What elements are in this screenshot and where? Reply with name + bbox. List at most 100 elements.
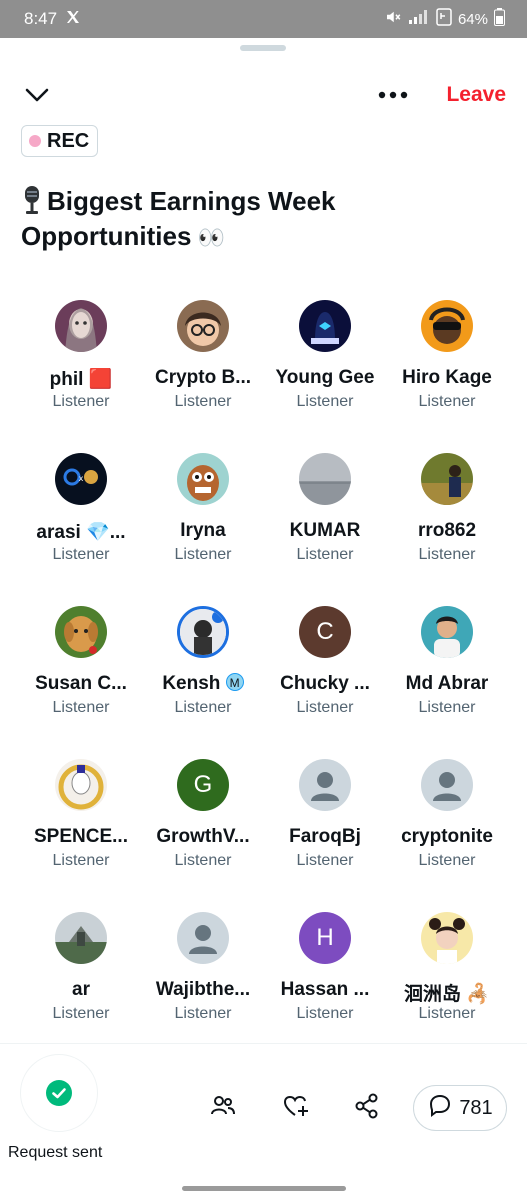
- participant-tile[interactable]: ar Listener: [20, 912, 142, 1052]
- participant-tile[interactable]: SPENCE... Listener: [20, 759, 142, 899]
- participant-name: Iryna: [180, 520, 226, 541]
- default-avatar-icon[interactable]: [421, 759, 473, 811]
- avatar[interactable]: [421, 453, 473, 505]
- participant-tile[interactable]: x arasi 💎... Listener: [20, 453, 142, 593]
- participant-tile[interactable]: cryptonite Listener: [386, 759, 508, 899]
- participant-role: Listener: [52, 1005, 110, 1022]
- participant-tile[interactable]: 洄洲岛 🦂 Listener: [386, 912, 508, 1052]
- participant-tile[interactable]: Wajibthe... Listener: [142, 912, 264, 1052]
- participant-name: Susan C...: [35, 673, 127, 694]
- participant-tile[interactable]: Susan C... Listener: [20, 606, 142, 746]
- participant-role: Listener: [296, 393, 354, 410]
- home-indicator[interactable]: [182, 1186, 346, 1191]
- mute-icon: [384, 8, 402, 30]
- avatar[interactable]: [177, 300, 229, 352]
- avatar[interactable]: [299, 453, 351, 505]
- participant-tile[interactable]: Crypto B... Listener: [142, 300, 264, 440]
- participant-name-text: Kensh: [162, 673, 221, 694]
- default-avatar-icon[interactable]: [299, 759, 351, 811]
- participant-tile[interactable]: phil 🟥 Listener: [20, 300, 142, 440]
- participant-role: Listener: [296, 699, 354, 716]
- space-header: Leave: [0, 78, 527, 112]
- chat-bubble-icon: [427, 1092, 453, 1124]
- participant-role: Listener: [296, 1005, 354, 1022]
- request-button[interactable]: [20, 1054, 98, 1132]
- participant-name: Md Abrar: [405, 673, 489, 694]
- participant-name: GrowthV...: [156, 826, 250, 847]
- participant-role: Listener: [418, 852, 476, 869]
- participant-role: Listener: [296, 852, 354, 869]
- avatar[interactable]: C: [299, 606, 351, 658]
- share-icon[interactable]: [353, 1092, 381, 1120]
- comment-count: 781: [459, 1096, 493, 1119]
- check-icon: [46, 1080, 72, 1106]
- participant-role: Listener: [174, 699, 232, 716]
- avatar[interactable]: [299, 300, 351, 352]
- avatar[interactable]: [55, 759, 107, 811]
- avatar[interactable]: [55, 912, 107, 964]
- avatar[interactable]: x: [55, 453, 107, 505]
- battery-percent: 64%: [457, 10, 488, 28]
- participant-tile[interactable]: Young Gee Listener: [264, 300, 386, 440]
- participant-name: 洄洲岛 🦂: [404, 984, 490, 1005]
- recording-dot-icon: [29, 135, 41, 147]
- participant-role: Listener: [52, 699, 110, 716]
- participant-tile[interactable]: rro862 Listener: [386, 453, 508, 593]
- participant-name: phil 🟥: [49, 369, 113, 390]
- comments-button[interactable]: 781: [413, 1085, 507, 1131]
- participant-role: Listener: [174, 393, 232, 410]
- battery-icon: [494, 8, 505, 30]
- avatar[interactable]: [421, 912, 473, 964]
- participant-role: Listener: [418, 699, 476, 716]
- avatar[interactable]: H: [299, 912, 351, 964]
- participant-role: Listener: [52, 393, 110, 410]
- participant-name: Hassan ...: [280, 979, 370, 1000]
- status-bar: 8:47 64%: [0, 0, 527, 38]
- avatar[interactable]: [421, 300, 473, 352]
- participant-name: Chucky ...: [280, 673, 370, 694]
- x-logo-icon: [65, 9, 81, 30]
- microphone-icon: [21, 185, 43, 215]
- avatar[interactable]: G: [177, 759, 229, 811]
- request-label: Request sent: [8, 1144, 103, 1161]
- participant-name: Crypto B...: [154, 367, 252, 388]
- bottom-divider: [0, 1043, 527, 1044]
- avatar[interactable]: [55, 300, 107, 352]
- participant-name: Young Gee: [275, 367, 375, 388]
- participant-role: Listener: [174, 852, 232, 869]
- sheet-grabber[interactable]: [240, 45, 286, 51]
- leave-button[interactable]: Leave: [446, 83, 506, 107]
- participant-tile[interactable]: C Chucky ... Listener: [264, 606, 386, 746]
- more-options-icon[interactable]: [375, 82, 411, 108]
- participant-name: arasi 💎...: [36, 522, 126, 543]
- space-title-line1: Biggest Earnings Week: [47, 186, 336, 216]
- participants-icon[interactable]: [209, 1092, 237, 1120]
- signal-icon: [408, 9, 430, 29]
- recording-badge: REC: [21, 125, 98, 157]
- participant-tile[interactable]: KUMAR Listener: [264, 453, 386, 593]
- participant-name: Wajibthe...: [155, 979, 251, 1000]
- participant-tile[interactable]: G GrowthV... Listener: [142, 759, 264, 899]
- chevron-down-icon[interactable]: [22, 80, 52, 110]
- space-sheet: Leave REC Biggest Earnings Week Opportun…: [0, 38, 527, 1200]
- participant-role: Listener: [52, 852, 110, 869]
- avatar[interactable]: [55, 606, 107, 658]
- status-time: 8:47: [24, 9, 58, 28]
- avatar[interactable]: [177, 606, 229, 658]
- heart-plus-icon[interactable]: [282, 1092, 310, 1120]
- avatar[interactable]: [421, 606, 473, 658]
- participant-tile[interactable]: Kensh M Listener: [142, 606, 264, 746]
- participant-tile[interactable]: Md Abrar Listener: [386, 606, 508, 746]
- participant-tile[interactable]: Hiro Kage Listener: [386, 300, 508, 440]
- participant-name: cryptonite: [401, 826, 493, 847]
- participant-tile[interactable]: H Hassan ... Listener: [264, 912, 386, 1052]
- m-badge-icon: M: [225, 673, 244, 691]
- network-4g-icon: [436, 8, 452, 30]
- participant-role: Listener: [174, 1005, 232, 1022]
- default-avatar-icon[interactable]: [177, 912, 229, 964]
- avatar[interactable]: [177, 453, 229, 505]
- participant-tile[interactable]: FaroqBj Listener: [264, 759, 386, 899]
- participant-name: Hiro Kage: [402, 367, 492, 388]
- participant-name: FaroqBj: [289, 826, 361, 847]
- participant-tile[interactable]: Iryna Listener: [142, 453, 264, 593]
